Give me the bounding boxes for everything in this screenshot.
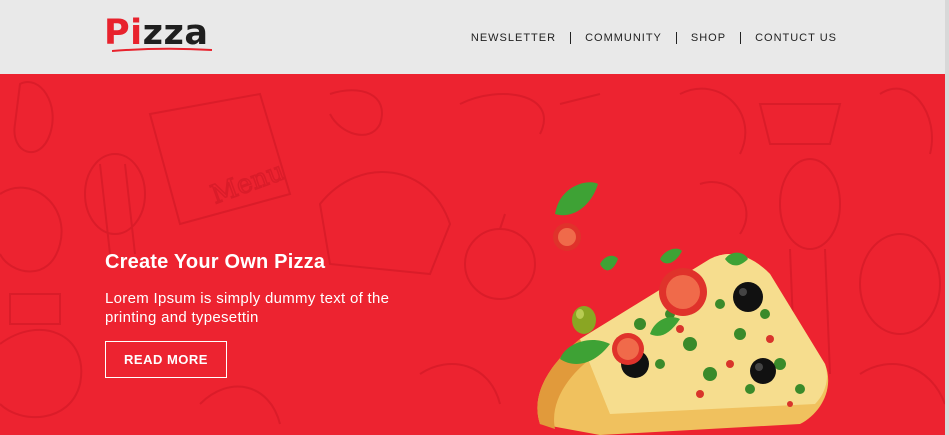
- pizza-slice-image: [537, 182, 829, 435]
- main-nav: NEWSLETTER COMMUNITY SHOP CONTUCT US: [471, 29, 837, 47]
- nav-divider: [675, 32, 677, 44]
- nav-divider: [740, 32, 742, 44]
- nav-community[interactable]: COMMUNITY: [585, 29, 662, 47]
- nav-shop[interactable]: SHOP: [691, 29, 726, 47]
- logo-swoosh-icon: [112, 47, 212, 52]
- nav-newsletter[interactable]: NEWSLETTER: [471, 29, 556, 47]
- site-header: Pizza NEWSLETTER COMMUNITY SHOP CONTUCT …: [0, 0, 949, 74]
- hero-description: Lorem Ipsum is simply dummy text of the …: [105, 290, 390, 326]
- hero-banner: Menu Create Your Own Pizza Lorem Ipsum i…: [0, 74, 949, 435]
- logo[interactable]: Pizza: [104, 13, 212, 53]
- hero-title: Create Your Own Pizza: [105, 251, 326, 273]
- read-more-button[interactable]: READ MORE: [105, 341, 227, 378]
- nav-contact[interactable]: CONTUCT US: [755, 29, 837, 47]
- scrollbar[interactable]: [945, 0, 949, 435]
- svg-text:Menu: Menu: [207, 157, 288, 211]
- nav-divider: [570, 32, 572, 44]
